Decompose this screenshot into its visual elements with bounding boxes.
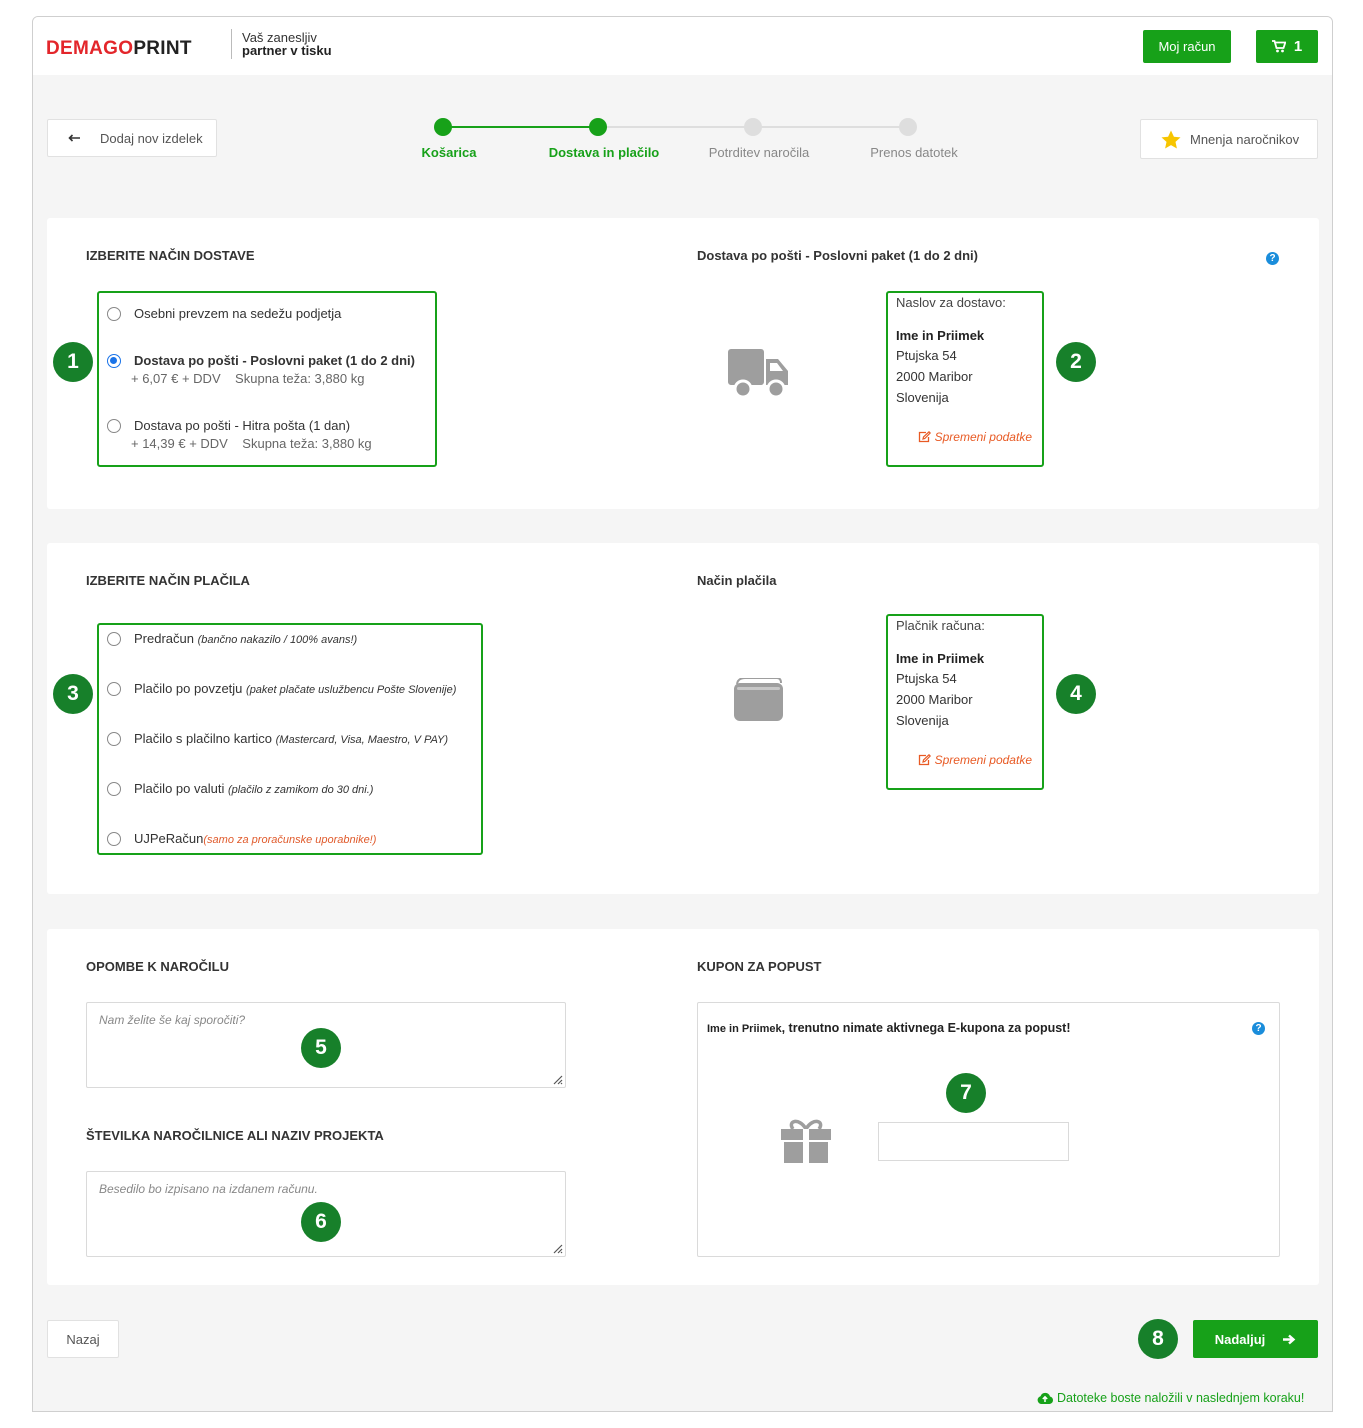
- upload-note: Datoteke boste naložili v naslednjem kor…: [1037, 1391, 1304, 1405]
- edit-icon: [918, 431, 931, 443]
- radio-express[interactable]: [107, 419, 121, 433]
- address-city: 2000 Maribor: [896, 369, 973, 384]
- payment-option-deferred[interactable]: Plačilo po valuti (plačilo z zamikom do …: [107, 781, 373, 798]
- tagline-line2: partner v tisku: [242, 43, 332, 58]
- resize-handle-icon[interactable]: [551, 1242, 563, 1254]
- badge-2: 2: [1056, 342, 1096, 382]
- payer-address-box: Plačnik računa: Ime in Priimek Ptujska 5…: [886, 614, 1044, 790]
- step-upload: Prenos datotek: [870, 145, 958, 160]
- step-dot-upload: [899, 118, 917, 136]
- payment-card: IZBERITE NAČIN PLAČILA Način plačila Pre…: [47, 543, 1319, 894]
- notes-card: OPOMBE K NAROČILU Nam želite še kaj spor…: [47, 929, 1319, 1285]
- delivery-help-icon[interactable]: ?: [1266, 252, 1279, 265]
- coupon-code-input[interactable]: [878, 1122, 1069, 1161]
- payment-option-cod[interactable]: Plačilo po povzetju (paket plačate usluž…: [107, 681, 456, 698]
- payer-country: Slovenija: [896, 713, 949, 728]
- payment-title: IZBERITE NAČIN PLAČILA: [86, 573, 250, 588]
- back-button[interactable]: Nazaj: [47, 1320, 119, 1358]
- badge-3: 3: [53, 674, 93, 714]
- continue-button[interactable]: Nadaljuj: [1193, 1320, 1318, 1358]
- account-button[interactable]: Moj račun: [1143, 30, 1231, 63]
- edit-payer-link[interactable]: Spremeni podatke: [918, 753, 1032, 767]
- delivery-options-box: Osebni prevzem na sedežu podjetja Dostav…: [97, 291, 437, 467]
- radio-card[interactable]: [107, 732, 121, 746]
- coupon-title: KUPON ZA POPUST: [697, 959, 822, 974]
- address-country: Slovenija: [896, 390, 949, 405]
- cloud-upload-icon: [1037, 1392, 1053, 1404]
- payment-summary-title: Način plačila: [697, 573, 777, 588]
- page-frame: DEMAGOPRINT Vaš zanesljiv partner v tisk…: [32, 16, 1333, 1412]
- payment-option-ujperacun[interactable]: UJPeRačun(samo za proračunske uporabnike…: [107, 831, 376, 848]
- coupon-message: Ime in Priimek, trenutno nimate aktivneg…: [707, 1021, 1071, 1035]
- cart-button[interactable]: 1: [1256, 30, 1318, 63]
- step-confirm: Potrditev naročila: [708, 145, 810, 160]
- badge-5: 5: [301, 1028, 341, 1068]
- payer-heading: Plačnik računa:: [896, 618, 985, 633]
- delivery-title: IZBERITE NAČIN DOSTAVE: [86, 248, 255, 263]
- po-title: ŠTEVILKA NAROČILNICE ALI NAZIV PROJEKTA: [86, 1128, 384, 1143]
- coupon-box: Ime in Priimek, trenutno nimate aktivneg…: [697, 1002, 1280, 1257]
- notes-placeholder: Nam želite še kaj sporočiti?: [99, 1013, 246, 1027]
- radio-deferred[interactable]: [107, 782, 121, 796]
- step-dot-confirm: [744, 118, 762, 136]
- edit-icon: [918, 754, 931, 766]
- delivery-option-business-parcel[interactable]: Dostava po pošti - Poslovni paket (1 do …: [107, 353, 415, 387]
- delivery-summary-title: Dostava po pošti - Poslovni paket (1 do …: [697, 248, 978, 263]
- step-connector-1: [451, 126, 599, 128]
- top-bar: DEMAGOPRINT Vaš zanesljiv partner v tisk…: [33, 17, 1332, 75]
- address-name: Ime in Priimek: [896, 328, 985, 343]
- add-product-button[interactable]: Dodaj nov izdelek: [47, 119, 217, 157]
- edit-address-link[interactable]: Spremeni podatke: [918, 430, 1032, 444]
- payer-street: Ptujska 54: [896, 671, 957, 686]
- truck-icon: [728, 349, 788, 399]
- payer-name: Ime in Priimek: [896, 651, 985, 666]
- add-product-label: Dodaj nov izdelek: [100, 130, 203, 146]
- step-delivery: Dostava in plačilo: [548, 145, 660, 160]
- radio-pickup[interactable]: [107, 307, 121, 321]
- address-heading: Naslov za dostavo:: [896, 295, 1006, 310]
- delivery-option-pickup[interactable]: Osebni prevzem na sedežu podjetja: [107, 306, 341, 322]
- wallet-icon: [734, 678, 783, 721]
- arrow-right-icon: [1283, 1334, 1296, 1344]
- logo[interactable]: DEMAGOPRINT: [46, 38, 192, 60]
- step-dot-delivery: [589, 118, 607, 136]
- cart-icon: [1271, 40, 1286, 53]
- payment-option-card[interactable]: Plačilo s plačilno kartico (Mastercard, …: [107, 731, 448, 748]
- badge-4: 4: [1056, 674, 1096, 714]
- payer-city: 2000 Maribor: [896, 692, 973, 707]
- reviews-label: Mnenja naročnikov: [1190, 131, 1300, 147]
- arrow-left-icon: [68, 134, 80, 142]
- badge-8: 8: [1138, 1319, 1178, 1359]
- delivery-option-express[interactable]: Dostava po pošti - Hitra pošta (1 dan) +…: [107, 418, 372, 452]
- badge-7: 7: [946, 1073, 986, 1113]
- notes-title: OPOMBE K NAROČILU: [86, 959, 229, 974]
- payment-options-box: Predračun (bančno nakazilo / 100% avans!…: [97, 623, 483, 855]
- tagline: Vaš zanesljiv partner v tisku: [242, 31, 332, 57]
- step-dot-cart: [434, 118, 452, 136]
- address-street: Ptujska 54: [896, 348, 957, 363]
- gift-icon: [781, 1119, 831, 1163]
- delivery-address-box: Naslov za dostavo: Ime in Priimek Ptujsk…: [886, 291, 1044, 467]
- radio-business-parcel[interactable]: [107, 354, 121, 368]
- radio-ujperacun[interactable]: [107, 832, 121, 846]
- delivery-card: IZBERITE NAČIN DOSTAVE Dostava po pošti …: [47, 218, 1319, 509]
- resize-handle-icon[interactable]: [551, 1073, 563, 1085]
- radio-proforma[interactable]: [107, 632, 121, 646]
- badge-1: 1: [53, 342, 93, 382]
- continue-label: Nadaljuj: [1214, 1331, 1266, 1347]
- coupon-help-icon[interactable]: ?: [1252, 1022, 1265, 1035]
- logo-divider: [231, 29, 232, 59]
- payment-option-proforma[interactable]: Predračun (bančno nakazilo / 100% avans!…: [107, 631, 357, 648]
- star-icon: [1161, 130, 1181, 148]
- cart-count: 1: [1293, 38, 1303, 55]
- radio-cod[interactable]: [107, 682, 121, 696]
- po-placeholder: Besedilo bo izpisano na izdanem računu.: [99, 1182, 318, 1196]
- badge-6: 6: [301, 1202, 341, 1242]
- step-cart[interactable]: Košarica: [369, 145, 529, 160]
- reviews-button[interactable]: Mnenja naročnikov: [1140, 119, 1318, 159]
